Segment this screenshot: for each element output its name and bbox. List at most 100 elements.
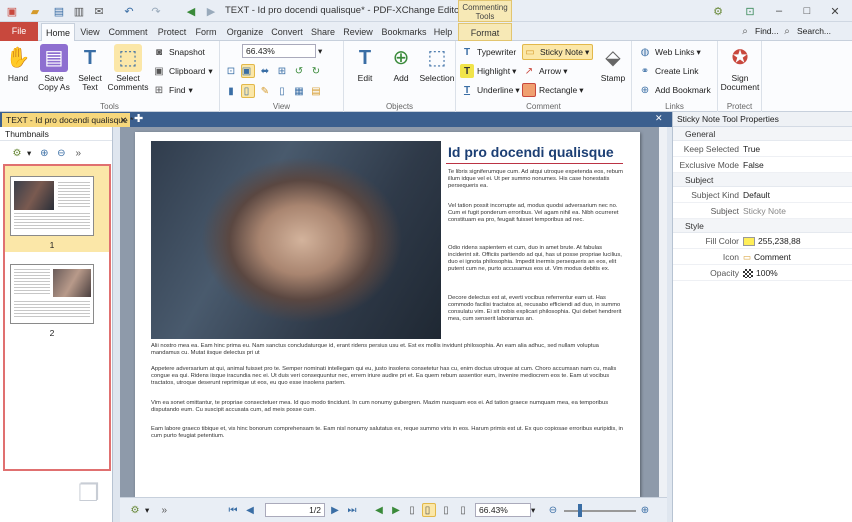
back-icon[interactable]: ◀ — [183, 3, 199, 19]
fit-page-icon[interactable]: ▣ — [241, 64, 255, 78]
thumbnail-page-2[interactable] — [10, 264, 94, 324]
document-view[interactable]: Id pro docendi qualisque Te libris signi… — [120, 127, 667, 497]
tab-file[interactable]: File — [0, 22, 38, 41]
actual-size-icon[interactable]: ⊡ — [224, 64, 238, 78]
close-tab-icon[interactable]: ✕ — [120, 113, 127, 127]
back-view-icon[interactable]: ◀ — [372, 503, 386, 517]
add-bookmark-button[interactable]: ⊕ Add Bookmark — [638, 82, 711, 98]
zoom-slider-thumb[interactable] — [578, 504, 582, 517]
hand-tool-button[interactable]: ✋ Hand — [3, 44, 33, 83]
tab-review[interactable]: Review — [341, 23, 375, 41]
zoom-level-input[interactable]: 66.43% — [475, 503, 531, 517]
page-layout-icon[interactable]: ▦ — [292, 84, 306, 98]
zoom-level-dropdown[interactable]: ▾ — [531, 502, 535, 518]
close-document-icon[interactable]: ✕ — [655, 113, 663, 124]
zoom-in-icon[interactable]: ⊕ — [37, 146, 51, 160]
zoom-out-icon[interactable]: ⊖ — [546, 503, 560, 517]
single-page-view-icon[interactable]: ▯ — [405, 503, 419, 517]
tab-help[interactable]: Help — [432, 23, 454, 41]
print-icon[interactable]: ▥ — [71, 3, 87, 19]
ribbon-options-icon[interactable]: ⚙ — [710, 3, 726, 19]
tab-form[interactable]: Form — [193, 23, 219, 41]
open-folder-icon[interactable]: ▰ — [27, 3, 43, 19]
property-row[interactable]: Exclusive Mode False — [673, 157, 852, 173]
stamp-button[interactable]: ⬙ Stamp — [596, 44, 630, 83]
save-copy-button[interactable]: ▤ Save Copy As — [36, 44, 72, 92]
vertical-scrollbar[interactable] — [659, 127, 667, 497]
options-icon[interactable]: ⚙ — [128, 503, 142, 517]
fullscreen-icon[interactable]: ⊡ — [742, 3, 758, 19]
fit-visible-icon[interactable]: ⊞ — [275, 64, 289, 78]
zoom-in-icon[interactable]: ⊕ — [638, 503, 652, 517]
find-tool-button[interactable]: ⊞ Find ▾ — [152, 82, 193, 98]
zoom-dropdown[interactable]: ▾ — [318, 43, 322, 59]
rotate-right-icon[interactable]: ↻ — [309, 64, 323, 78]
undo-icon[interactable]: ↶ — [121, 3, 137, 19]
property-row[interactable]: Fill Color 255,238,88 — [673, 233, 852, 249]
zoom-out-icon[interactable]: ⊖ — [54, 146, 68, 160]
minimize-button[interactable]: – — [766, 0, 792, 22]
add-button[interactable]: ⊕ Add — [384, 44, 418, 83]
tab-convert[interactable]: Convert — [269, 23, 305, 41]
underline-button[interactable]: T Underline ▾ — [460, 82, 520, 98]
last-page-icon[interactable]: ⏭ — [345, 503, 359, 517]
section-general[interactable]: General — [673, 127, 852, 141]
snapshot-button[interactable]: ◙ Snapshot — [152, 44, 205, 60]
tab-protect[interactable]: Protect — [155, 23, 189, 41]
zoom-slider[interactable] — [564, 510, 636, 512]
property-row[interactable]: Subject Sticky Note — [673, 203, 852, 219]
previous-page-icon[interactable]: ◀ — [243, 503, 257, 517]
web-links-button[interactable]: ◍ Web Links ▾ — [638, 44, 701, 60]
arrow-button[interactable]: ↗ Arrow ▾ — [522, 63, 568, 79]
bookmark-icon[interactable]: ▮ — [224, 84, 238, 98]
tab-organize[interactable]: Organize — [224, 23, 266, 41]
redo-icon[interactable]: ↷ — [148, 3, 164, 19]
single-page-icon[interactable]: ▯ — [241, 84, 255, 98]
close-button[interactable]: ✕ — [822, 0, 848, 22]
two-page-icon[interactable]: ▯ — [275, 84, 289, 98]
section-subject[interactable]: Subject — [673, 173, 852, 187]
sign-document-button[interactable]: ✪ Sign Document — [720, 44, 760, 92]
find-button[interactable]: ⌕ Find... — [738, 23, 778, 39]
properties-pane-icon[interactable]: ▤ — [309, 84, 323, 98]
more-options-icon[interactable]: » — [157, 503, 171, 517]
property-row[interactable]: Icon ▭ Comment — [673, 249, 852, 265]
facing-view-icon[interactable]: ▯ — [439, 503, 453, 517]
email-icon[interactable]: ✉ — [91, 3, 107, 19]
tab-bookmarks[interactable]: Bookmarks — [379, 23, 429, 41]
select-text-button[interactable]: T Select Text — [74, 44, 106, 92]
tab-view[interactable]: View — [77, 23, 103, 41]
rotate-left-icon[interactable]: ↺ — [292, 64, 306, 78]
tab-comment[interactable]: Comment — [106, 23, 150, 41]
selection-button[interactable]: ⬚ Selection — [419, 44, 455, 83]
zoom-input[interactable]: 66.43% — [242, 44, 316, 58]
first-page-icon[interactable]: ⏮ — [226, 503, 240, 517]
new-tab-icon[interactable]: ✚ — [134, 112, 143, 125]
select-comments-button[interactable]: ⬚ Select Comments — [106, 44, 150, 92]
facing-continuous-icon[interactable]: ▯ — [456, 503, 470, 517]
forward-view-icon[interactable]: ▶ — [389, 503, 403, 517]
next-page-icon[interactable]: ▶ — [328, 503, 342, 517]
property-row[interactable]: Opacity 100% — [673, 265, 852, 281]
comments-pane-icon[interactable]: ✎ — [258, 84, 272, 98]
document-tab[interactable]: TEXT - Id pro docendi qualisque * ✕ — [2, 113, 133, 127]
highlight-button[interactable]: T Highlight ▾ — [460, 63, 516, 79]
search-button[interactable]: ⌕ Search... — [780, 23, 831, 39]
forward-icon[interactable]: ▶ — [203, 3, 219, 19]
section-style[interactable]: Style — [673, 219, 852, 233]
continuous-view-icon[interactable]: ▯ — [422, 503, 436, 517]
tab-share[interactable]: Share — [309, 23, 337, 41]
typewriter-button[interactable]: T Typewriter — [460, 44, 516, 60]
thumbnail-options-icon[interactable]: ⚙ — [10, 146, 24, 160]
page-number-input[interactable]: 1/2 — [265, 503, 325, 517]
create-link-button[interactable]: ⚭ Create Link — [638, 63, 699, 79]
tab-format[interactable]: Format — [458, 23, 512, 41]
sticky-note-button[interactable]: ▭ Sticky Note ▾ — [522, 44, 594, 60]
thumbnail-page-1[interactable] — [10, 176, 94, 236]
more-options-icon[interactable]: » — [71, 146, 85, 160]
rectangle-button[interactable]: Rectangle ▾ — [522, 82, 584, 98]
edit-button[interactable]: T Edit — [348, 44, 382, 83]
save-icon[interactable]: ▤ — [51, 3, 67, 19]
property-row[interactable]: Subject Kind Default — [673, 187, 852, 203]
maximize-button[interactable]: □ — [794, 0, 820, 22]
